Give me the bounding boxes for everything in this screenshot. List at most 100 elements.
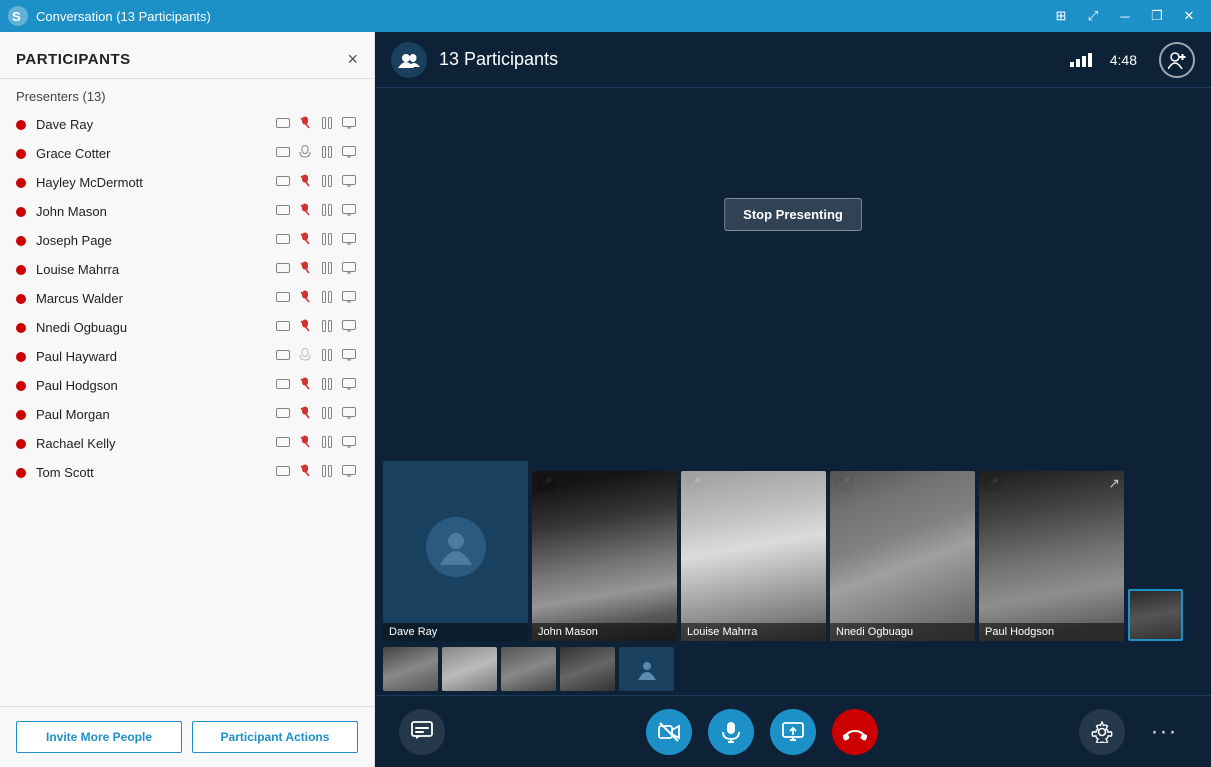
chat-participant-icon[interactable] bbox=[274, 234, 292, 248]
pause-participant-icon[interactable] bbox=[318, 204, 336, 219]
settings-button[interactable] bbox=[1079, 709, 1125, 755]
expand-icon[interactable]: ↗ bbox=[1108, 475, 1120, 492]
thumb-4[interactable] bbox=[560, 647, 615, 691]
screen-participant-icon[interactable] bbox=[340, 465, 358, 480]
restore-button[interactable]: ❐ bbox=[1143, 6, 1171, 26]
mic-participant-icon[interactable] bbox=[296, 406, 314, 423]
tile-windows-button[interactable]: ⊞ bbox=[1047, 6, 1075, 26]
screen-participant-icon[interactable] bbox=[340, 262, 358, 277]
participant-item[interactable]: Tom Scott bbox=[0, 458, 374, 487]
mic-participant-icon[interactable] bbox=[296, 435, 314, 452]
chat-button[interactable] bbox=[399, 709, 445, 755]
participant-item[interactable]: Grace Cotter bbox=[0, 139, 374, 168]
participant-item[interactable]: Paul Hodgson bbox=[0, 371, 374, 400]
participant-item[interactable]: Dave Ray bbox=[0, 110, 374, 139]
participant-item[interactable]: Louise Mahrra bbox=[0, 255, 374, 284]
pause-participant-icon[interactable] bbox=[318, 262, 336, 277]
self-video-tile[interactable] bbox=[1128, 589, 1183, 641]
screen-participant-icon[interactable] bbox=[340, 233, 358, 248]
person-small-icon bbox=[636, 658, 658, 680]
chat-participant-icon[interactable] bbox=[274, 263, 292, 277]
chat-participant-icon[interactable] bbox=[274, 176, 292, 190]
chat-participant-icon[interactable] bbox=[274, 205, 292, 219]
screen-share-button[interactable] bbox=[770, 709, 816, 755]
chat-participant-icon[interactable] bbox=[274, 118, 292, 132]
close-sidebar-button[interactable]: × bbox=[347, 50, 358, 68]
participant-item[interactable]: Paul Hayward bbox=[0, 342, 374, 371]
pause-participant-icon[interactable] bbox=[318, 291, 336, 306]
pause-participant-icon[interactable] bbox=[318, 407, 336, 422]
screen-participant-icon[interactable] bbox=[340, 204, 358, 219]
pause-participant-icon[interactable] bbox=[318, 117, 336, 132]
mic-participant-icon[interactable] bbox=[296, 261, 314, 278]
pause-participant-icon[interactable] bbox=[318, 465, 336, 480]
screen-participant-icon[interactable] bbox=[340, 291, 358, 306]
mic-participant-icon[interactable] bbox=[296, 203, 314, 220]
thumb-3[interactable] bbox=[501, 647, 556, 691]
video-tile-dave-ray[interactable]: Dave Ray bbox=[383, 461, 528, 641]
mic-participant-icon[interactable] bbox=[296, 232, 314, 249]
participant-action-icons bbox=[274, 232, 358, 249]
screen-participant-icon[interactable] bbox=[340, 349, 358, 364]
mic-participant-icon[interactable] bbox=[296, 145, 314, 162]
participant-item[interactable]: John Mason bbox=[0, 197, 374, 226]
participant-item[interactable]: Marcus Walder bbox=[0, 284, 374, 313]
close-button[interactable]: ✕ bbox=[1175, 6, 1203, 26]
pause-participant-icon[interactable] bbox=[318, 436, 336, 451]
mic-participant-icon[interactable] bbox=[296, 348, 314, 365]
chat-participant-icon[interactable] bbox=[274, 147, 292, 161]
participant-item[interactable]: Rachael Kelly bbox=[0, 429, 374, 458]
chat-participant-icon[interactable] bbox=[274, 408, 292, 422]
microphone-button[interactable] bbox=[708, 709, 754, 755]
participant-item[interactable]: Joseph Page bbox=[0, 226, 374, 255]
video-tile-nnedi-ogbuagu[interactable]: 🎤 Nnedi Ogbuagu bbox=[830, 471, 975, 641]
more-dots: ··· bbox=[1151, 718, 1178, 746]
chat-participant-icon[interactable] bbox=[274, 321, 292, 335]
chat-participant-icon[interactable] bbox=[274, 292, 292, 306]
invite-more-button[interactable]: Invite More People bbox=[16, 721, 182, 753]
thumb-2[interactable] bbox=[442, 647, 497, 691]
thumb-1[interactable] bbox=[383, 647, 438, 691]
pause-participant-icon[interactable] bbox=[318, 320, 336, 335]
video-tile-louise-mahrra[interactable]: 🎤 Louise Mahrra bbox=[681, 471, 826, 641]
screen-participant-icon[interactable] bbox=[340, 146, 358, 161]
mic-participant-icon[interactable] bbox=[296, 116, 314, 133]
participant-actions-button[interactable]: Participant Actions bbox=[192, 721, 358, 753]
mic-participant-icon[interactable] bbox=[296, 464, 314, 481]
video-tile-john-mason[interactable]: 🎤 John Mason bbox=[532, 471, 677, 641]
participant-status-dot bbox=[16, 149, 26, 159]
more-options-button[interactable]: ··· bbox=[1141, 709, 1187, 755]
screen-participant-icon[interactable] bbox=[340, 175, 358, 190]
call-timer: 4:48 bbox=[1110, 52, 1137, 68]
screen-participant-icon[interactable] bbox=[340, 320, 358, 335]
pause-participant-icon[interactable] bbox=[318, 175, 336, 190]
fullscreen-button[interactable]: ⤢ bbox=[1079, 6, 1107, 26]
pause-participant-icon[interactable] bbox=[318, 378, 336, 393]
minimize-button[interactable]: ─ bbox=[1111, 6, 1139, 26]
chat-participant-icon[interactable] bbox=[274, 437, 292, 451]
mic-participant-icon[interactable] bbox=[296, 290, 314, 307]
participant-item[interactable]: Hayley McDermott bbox=[0, 168, 374, 197]
screen-participant-icon[interactable] bbox=[340, 407, 358, 422]
end-call-button[interactable] bbox=[832, 709, 878, 755]
screen-participant-icon[interactable] bbox=[340, 436, 358, 451]
participant-item[interactable]: Nnedi Ogbuagu bbox=[0, 313, 374, 342]
video-toggle-button[interactable] bbox=[646, 709, 692, 755]
screen-participant-icon[interactable] bbox=[340, 117, 358, 132]
mic-participant-icon[interactable] bbox=[296, 377, 314, 394]
add-participant-button[interactable] bbox=[1159, 42, 1195, 78]
participants-icon-button[interactable] bbox=[391, 42, 427, 78]
video-tile-paul-hodgson[interactable]: 🎤 Paul Hodgson ↗ bbox=[979, 471, 1124, 641]
pause-participant-icon[interactable] bbox=[318, 233, 336, 248]
participant-item[interactable]: Paul Morgan bbox=[0, 400, 374, 429]
screen-participant-icon[interactable] bbox=[340, 378, 358, 393]
chat-participant-icon[interactable] bbox=[274, 350, 292, 364]
mic-participant-icon[interactable] bbox=[296, 319, 314, 336]
mic-participant-icon[interactable] bbox=[296, 174, 314, 191]
stop-presenting-button[interactable]: Stop Presenting bbox=[724, 198, 862, 231]
thumb-5[interactable] bbox=[619, 647, 674, 691]
chat-participant-icon[interactable] bbox=[274, 466, 292, 480]
pause-participant-icon[interactable] bbox=[318, 349, 336, 364]
pause-participant-icon[interactable] bbox=[318, 146, 336, 161]
chat-participant-icon[interactable] bbox=[274, 379, 292, 393]
